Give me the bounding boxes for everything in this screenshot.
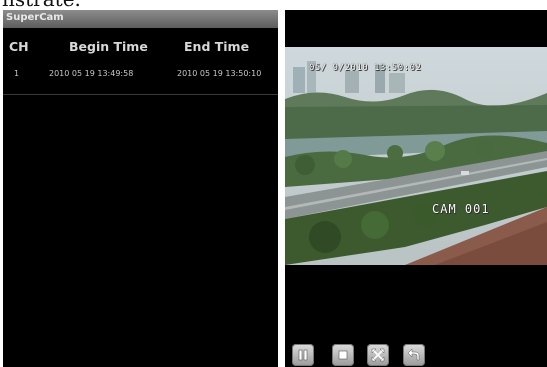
playback-list-screen: SuperCam CH Begin Time End Time 1 2010 0…	[3, 10, 278, 367]
row-end-time: 2010 05 19 13:50:10	[177, 69, 262, 78]
fullscreen-button[interactable]	[367, 344, 389, 366]
caption-text: nstrate.	[2, 0, 81, 10]
back-arrow-icon	[407, 348, 420, 361]
back-button[interactable]	[403, 344, 425, 366]
caption-fragment: nstrate.	[0, 0, 547, 10]
pause-button[interactable]	[292, 344, 314, 366]
app-title-bar: SuperCam	[3, 10, 278, 28]
column-header-ch: CH	[9, 39, 29, 54]
stop-button[interactable]	[332, 344, 354, 366]
app-title: SuperCam	[6, 12, 64, 23]
camera-view-image	[285, 47, 547, 265]
pause-icon	[298, 349, 308, 361]
column-header-begin-time: Begin Time	[69, 39, 148, 54]
video-player-screen: 05/ 9/2010 13:50:02 CAM 001	[285, 10, 547, 367]
video-timestamp-overlay: 05/ 9/2010 13:50:02	[309, 63, 422, 73]
video-frame[interactable]: 05/ 9/2010 13:50:02 CAM 001	[285, 47, 547, 265]
row-divider	[3, 94, 278, 95]
camera-label-overlay: CAM 001	[432, 202, 490, 216]
row-channel: 1	[14, 69, 20, 78]
column-header-end-time: End Time	[184, 39, 250, 54]
fullscreen-icon	[371, 348, 385, 362]
stop-icon	[338, 350, 348, 360]
row-begin-time: 2010 05 19 13:49:58	[49, 69, 134, 78]
